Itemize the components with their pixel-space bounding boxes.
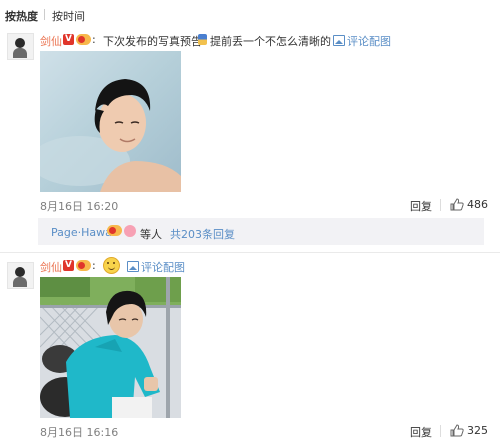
- view-all-replies-link[interactable]: 共203条回复: [170, 226, 235, 242]
- like-count: 486: [467, 198, 488, 211]
- comment-text-part2: 提前丢一个不怎么清晰的: [210, 35, 331, 48]
- action-divider: [440, 425, 441, 437]
- fan-level-badge-icon: [76, 260, 91, 271]
- view-comment-image-link[interactable]: 评论配图: [141, 259, 185, 275]
- comment-image[interactable]: [40, 51, 181, 192]
- comment-username[interactable]: 剑仙: [40, 259, 62, 275]
- verified-v-icon: V: [63, 34, 74, 45]
- comment-text-part1: 下次发布的写真预告: [103, 35, 202, 48]
- comment-timestamp: 8月16日 16:16: [40, 426, 119, 439]
- sort-by-time-tab[interactable]: 按时间: [52, 8, 85, 24]
- action-divider: [440, 199, 441, 211]
- verified-v-icon: V: [63, 260, 74, 271]
- fan-level-badge-icon: [76, 34, 91, 45]
- sub-reply-username[interactable]: Page·Hawa: [51, 226, 112, 239]
- sort-by-hot-tab[interactable]: 按热度: [5, 8, 38, 24]
- avatar-head: [15, 38, 25, 48]
- thumbs-up-icon[interactable]: [450, 198, 464, 211]
- avatar-body: [13, 48, 27, 58]
- thumbs-up-icon[interactable]: [450, 424, 464, 437]
- image-icon[interactable]: [127, 261, 139, 272]
- username-colon: :: [92, 33, 96, 46]
- view-comment-image-link[interactable]: 评论配图: [347, 33, 391, 49]
- like-count: 325: [467, 424, 488, 437]
- sub-reply-etc-label: 等人: [140, 228, 162, 241]
- portrait-photo: [40, 51, 181, 192]
- comment-separator: [0, 252, 500, 253]
- avatar-head: [15, 267, 25, 277]
- flower-badge-icon: [124, 225, 136, 237]
- comment-timestamp: 8月16日 16:20: [40, 200, 119, 213]
- image-icon[interactable]: [333, 35, 345, 46]
- sort-divider: [44, 9, 45, 20]
- reply-button[interactable]: 回复: [410, 198, 432, 214]
- sort-bar: 按热度 按时间: [0, 0, 500, 26]
- sub-replies-box[interactable]: Page·Hawa 等人 共203条回复: [38, 218, 484, 245]
- avatar[interactable]: [7, 33, 34, 60]
- avatar[interactable]: [7, 262, 34, 289]
- book-emoji-icon: [198, 34, 207, 45]
- avatar-body: [13, 277, 27, 287]
- sub-reply-level-badge-icon: [107, 225, 122, 236]
- reply-button[interactable]: 回复: [410, 424, 432, 440]
- comment-image[interactable]: [40, 277, 181, 418]
- smile-emoji-icon: [103, 257, 120, 274]
- username-colon: :: [92, 259, 96, 272]
- outdoor-photo: [40, 277, 181, 418]
- comment-username[interactable]: 剑仙: [40, 33, 62, 49]
